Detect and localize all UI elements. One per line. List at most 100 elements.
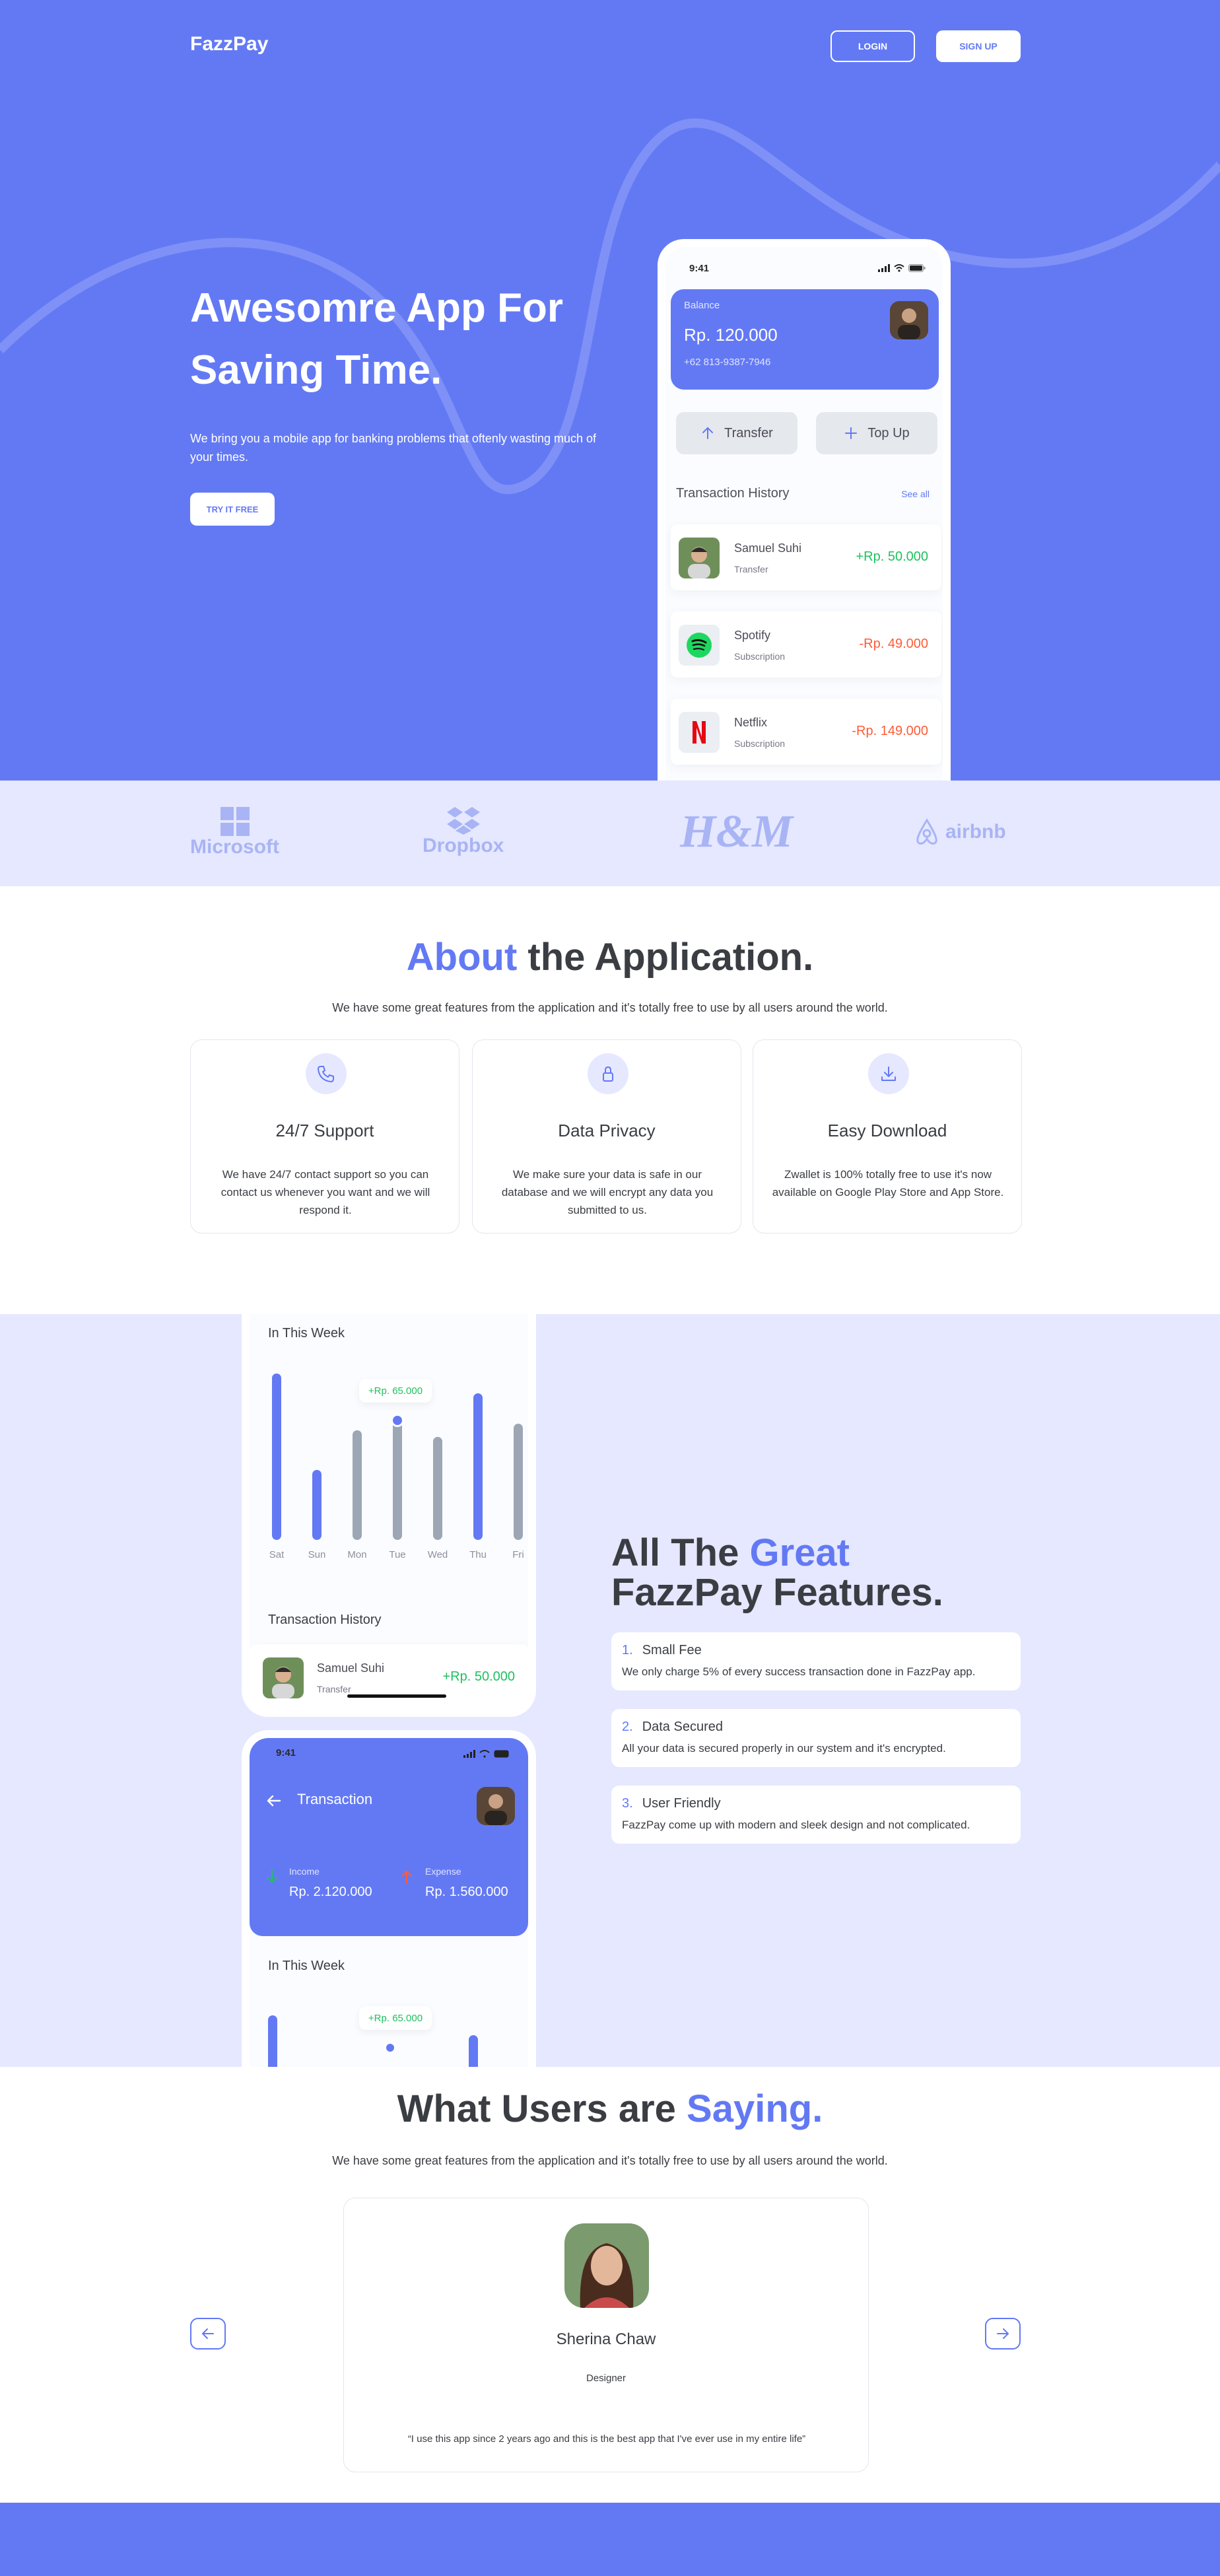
card-title: Data Privacy bbox=[558, 1121, 656, 1140]
testimonial-name: Sherina Chaw bbox=[556, 2330, 656, 2348]
transaction-title: Transaction bbox=[297, 1791, 373, 1807]
balance-card: Balance Rp. 120.000 +62 813-9387-7946 bbox=[671, 289, 939, 390]
topup-button[interactable]: Top Up bbox=[816, 412, 937, 454]
feature-num: 2. bbox=[622, 1720, 633, 1734]
phone-icon-badge bbox=[306, 1053, 347, 1094]
tx-name: Spotify bbox=[734, 629, 771, 642]
battery-icon bbox=[494, 1750, 509, 1758]
transaction-row[interactable]: Samuel Suhi Transfer +Rp. 50.000 bbox=[671, 524, 941, 590]
spotify-icon bbox=[679, 625, 720, 666]
features-title: All The Great FazzPay Features. bbox=[611, 1533, 943, 1613]
features-section: In This Week Sat Sun Mon Tue Wed Thu Fri +Rp. … bbox=[0, 1314, 1220, 2067]
avatar bbox=[679, 538, 720, 578]
tx-type: Transfer bbox=[317, 1684, 351, 1694]
hm-label: H&M bbox=[680, 806, 794, 857]
dropbox-logo: Dropbox bbox=[423, 806, 504, 857]
user-photo bbox=[564, 2223, 649, 2308]
prev-button[interactable] bbox=[190, 2318, 226, 2350]
avatar[interactable] bbox=[890, 301, 928, 339]
see-all-link[interactable]: See all bbox=[901, 489, 930, 499]
balance-amount: Rp. 120.000 bbox=[684, 325, 778, 345]
tx-name: Samuel Suhi bbox=[734, 541, 802, 555]
feature-item: 3. User Friendly FazzPay come up with mod… bbox=[611, 1786, 1021, 1844]
card-text: We make sure your data is safe in our da… bbox=[501, 1168, 714, 1216]
chart-tick-label: Mon bbox=[347, 1549, 367, 1560]
back-arrow-icon[interactable] bbox=[265, 1792, 283, 1809]
feature-title: Small Fee bbox=[642, 1643, 702, 1657]
phone-mockup-transaction: 9:41 Transaction Income Rp. 2.120.000 Ex… bbox=[242, 1730, 536, 2067]
download-icon-badge bbox=[868, 1053, 909, 1094]
tx-amount: -Rp. 149.000 bbox=[852, 724, 928, 738]
transaction-row[interactable]: Netflix Subscription -Rp. 149.000 bbox=[671, 699, 941, 765]
about-title-rest: the Application. bbox=[517, 936, 814, 979]
tx-amount: -Rp. 49.000 bbox=[859, 637, 928, 651]
microsoft-logo: Microsoft bbox=[190, 807, 279, 858]
user-photo bbox=[263, 1657, 304, 1698]
testimonial-role: Designer bbox=[586, 2373, 627, 2384]
hm-logo: H&M bbox=[680, 806, 793, 858]
dropbox-icon bbox=[446, 807, 480, 835]
footer bbox=[0, 2503, 1220, 2576]
income-label: Income bbox=[289, 1866, 320, 1877]
weekly-chart: Sat Sun Mon Tue Wed Thu Fri bbox=[250, 1314, 528, 1585]
chart-tick-label: Tue bbox=[389, 1549, 406, 1560]
hero-subtitle: We bring you a mobile app for banking pr… bbox=[190, 432, 597, 464]
tx-type: Subscription bbox=[734, 738, 786, 749]
lock-icon-badge bbox=[588, 1053, 628, 1094]
tx-type: Subscription bbox=[734, 651, 786, 662]
chart-bar-mon bbox=[353, 1430, 362, 1540]
feature-card-support: 24/7 Support We have 24/7 contact suppor… bbox=[190, 1039, 459, 1234]
status-time: 9:41 bbox=[689, 263, 710, 274]
brand-logo[interactable]: FazzPay bbox=[190, 33, 268, 55]
testimonial-quote: “I use this app since 2 years ago and th… bbox=[407, 2433, 806, 2445]
microsoft-icon bbox=[220, 807, 250, 836]
chart-tick-label: Fri bbox=[512, 1549, 524, 1560]
chart-tick-label: Wed bbox=[427, 1549, 448, 1560]
home-indicator bbox=[347, 1694, 446, 1698]
testimonials-title-prefix: What Users are bbox=[397, 2087, 687, 2130]
avatar[interactable] bbox=[477, 1787, 515, 1825]
airbnb-logo: airbnb bbox=[914, 818, 1006, 847]
tx-name: Netflix bbox=[734, 716, 768, 729]
login-button[interactable]: LOGIN bbox=[830, 30, 915, 62]
card-title: 24/7 Support bbox=[275, 1121, 374, 1140]
user-photo bbox=[679, 538, 720, 578]
chart-bar bbox=[469, 2035, 478, 2067]
expense-amount: Rp. 1.560.000 bbox=[425, 1885, 508, 1899]
transaction-row[interactable]: Samuel Suhi Transfer +Rp. 50.000 bbox=[250, 1644, 528, 1709]
chart-bar-sun bbox=[312, 1470, 322, 1540]
next-button[interactable] bbox=[985, 2318, 1021, 2350]
expense-arrow-icon bbox=[401, 1870, 413, 1885]
chart-bar-wed bbox=[433, 1437, 442, 1540]
tx-amount: +Rp. 50.000 bbox=[442, 1669, 515, 1684]
card-title: Easy Download bbox=[827, 1121, 947, 1140]
feature-card-privacy: Data Privacy We make sure your data is s… bbox=[472, 1039, 741, 1234]
try-free-button[interactable]: TRY IT FREE bbox=[190, 493, 275, 526]
avatar-image bbox=[477, 1787, 515, 1825]
expense-label: Expense bbox=[425, 1866, 461, 1877]
feature-card-download: Easy Download Zwallet is 100% totally fr… bbox=[753, 1039, 1022, 1234]
plus-icon bbox=[845, 427, 858, 439]
chart-tick-label: Sun bbox=[308, 1549, 326, 1560]
features-title-prefix: All The bbox=[611, 1531, 750, 1574]
microsoft-label: Microsoft bbox=[190, 836, 279, 858]
testimonial-card: Sherina Chaw Designer “I use this app si… bbox=[343, 2198, 869, 2472]
about-title: About the Application. bbox=[0, 935, 1220, 979]
chart-bar-fri bbox=[514, 1424, 523, 1540]
transfer-button[interactable]: Transfer bbox=[676, 412, 797, 454]
feature-num: 1. bbox=[622, 1643, 633, 1657]
hero-section: FazzPay LOGIN SIGN UP Awesomre App For S… bbox=[0, 0, 1220, 781]
netflix-logo bbox=[693, 721, 706, 744]
chart-bar-thu bbox=[473, 1393, 483, 1540]
feature-num: 3. bbox=[622, 1796, 633, 1811]
feature-item: 2. Data Secured All your data is secured … bbox=[611, 1709, 1021, 1767]
feature-title: User Friendly bbox=[642, 1796, 721, 1811]
signup-button[interactable]: SIGN UP bbox=[936, 30, 1021, 62]
transaction-row[interactable]: Spotify Subscription -Rp. 49.000 bbox=[671, 611, 941, 678]
features-title-accent: Great bbox=[749, 1531, 850, 1574]
tx-amount: +Rp. 50.000 bbox=[856, 549, 928, 564]
hero-title-line1: Awesomre App For bbox=[190, 285, 563, 331]
income-amount: Rp. 2.120.000 bbox=[289, 1885, 372, 1899]
balance-label: Balance bbox=[684, 300, 720, 311]
partners-strip: Microsoft Dropbox H&M airbnb bbox=[0, 781, 1220, 886]
